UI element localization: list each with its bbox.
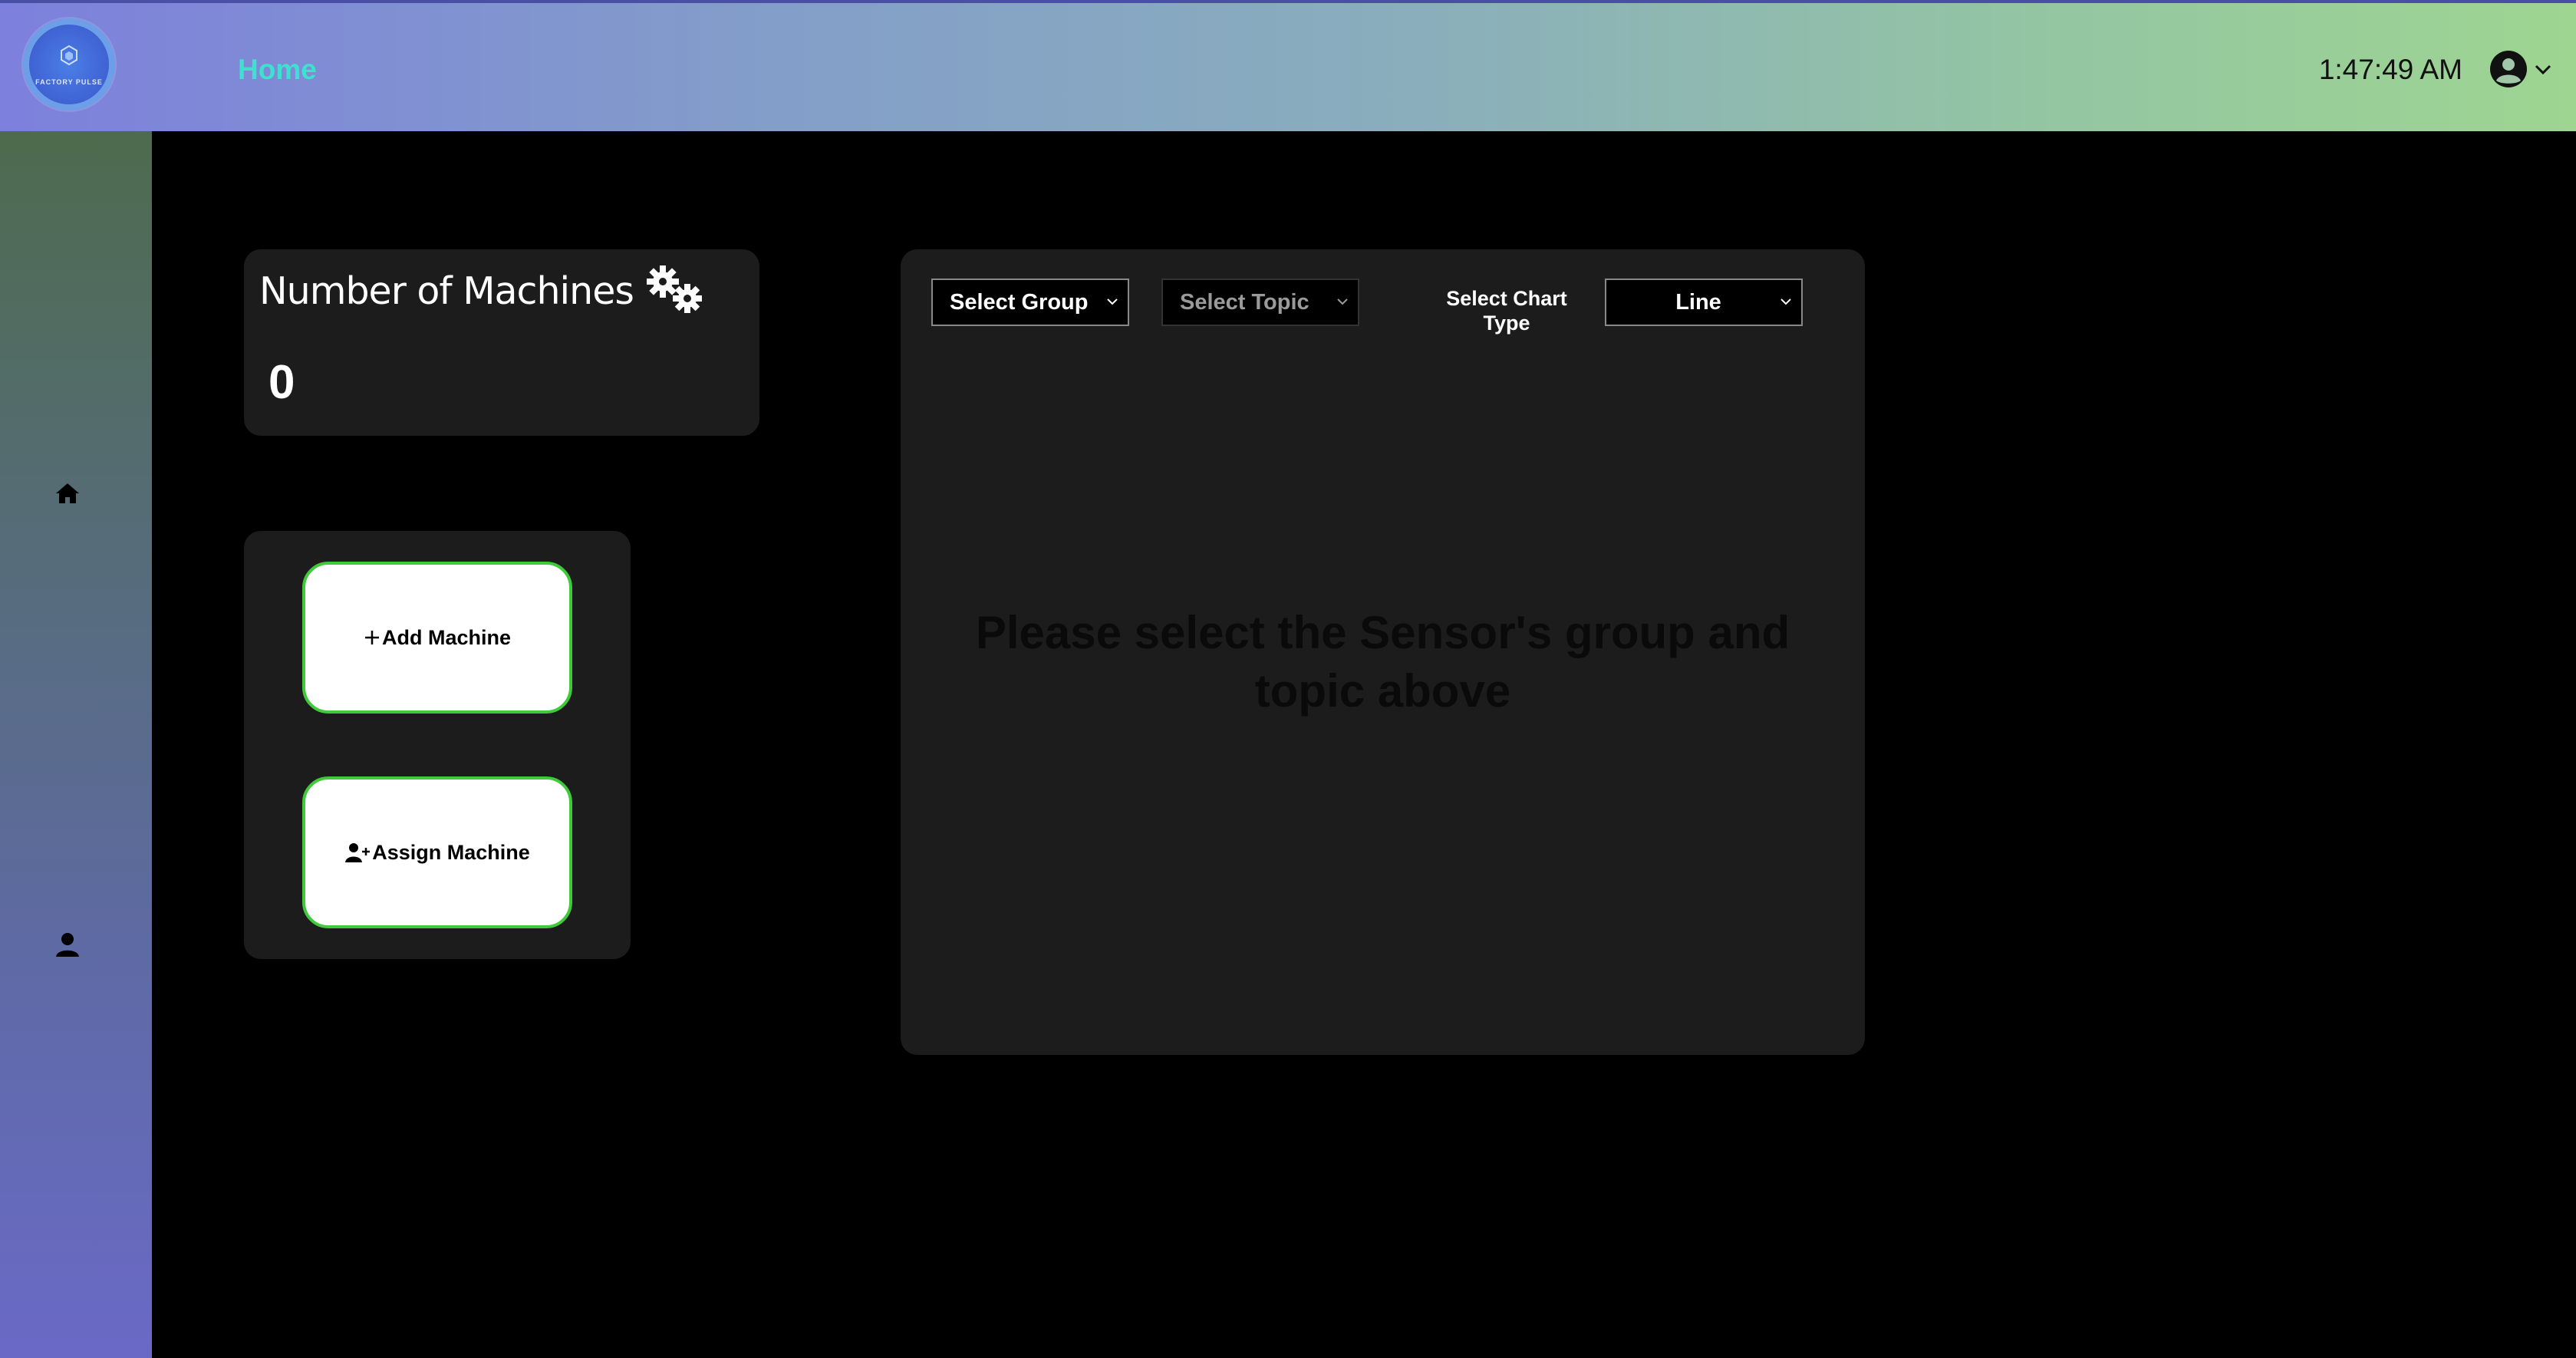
topic-select[interactable]: Select Topic — [1161, 279, 1359, 326]
group-select-value: Select Group — [950, 289, 1089, 315]
group-select[interactable]: Select Group — [931, 279, 1129, 326]
topic-select-value: Select Topic — [1180, 289, 1309, 315]
chevron-down-icon — [1337, 298, 1348, 305]
chart-type-label: Select Chart Type — [1446, 287, 1567, 335]
logo-mark-icon — [61, 44, 77, 66]
top-header: FACTORY PULSE Home 1:47:49 AM — [0, 0, 2576, 131]
gears-icon[interactable] — [641, 265, 710, 318]
assign-machine-button[interactable]: Assign Machine — [302, 776, 572, 928]
assign-machine-label: Assign Machine — [372, 840, 530, 864]
nav-home-link[interactable]: Home — [238, 54, 317, 86]
plus-icon — [364, 631, 379, 644]
clock: 1:47:49 AM — [2318, 54, 2462, 85]
machines-count-card: Number of Machines 0 — [244, 249, 759, 436]
factory-pulse-logo[interactable]: FACTORY PULSE — [23, 18, 115, 110]
user-menu-button[interactable] — [2489, 49, 2558, 91]
user-circle-icon — [2490, 51, 2527, 87]
machines-count-value: 0 — [268, 356, 295, 409]
sensor-chart-panel: Select Group Select Topic Select Chart T… — [901, 249, 1865, 1055]
chevron-down-icon — [2535, 64, 2551, 75]
chevron-down-icon — [1780, 298, 1791, 305]
sidebar — [0, 131, 152, 1358]
chart-type-select[interactable]: Line — [1605, 279, 1803, 326]
chart-type-value: Line — [1675, 289, 1721, 315]
add-machine-label: Add Machine — [381, 625, 511, 649]
logo-text: FACTORY PULSE — [35, 78, 103, 86]
chevron-down-icon — [1107, 298, 1118, 305]
home-icon[interactable] — [54, 480, 81, 507]
user-plus-icon — [345, 843, 371, 862]
chart-empty-message: Please select the Sensor's group and top… — [975, 607, 1790, 717]
user-icon[interactable] — [54, 931, 81, 958]
machine-actions-card: Add Machine Assign Machine — [244, 531, 631, 959]
add-machine-button[interactable]: Add Machine — [302, 562, 572, 714]
machines-card-title: Number of Machines — [259, 269, 634, 313]
